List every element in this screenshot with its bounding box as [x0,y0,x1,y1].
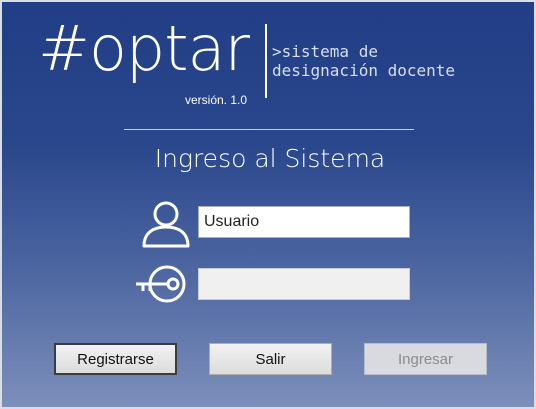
version-label: versión. 1.0 [185,93,248,107]
header-divider [124,129,414,130]
subtitle-line-2: designación docente [272,61,456,80]
subtitle-line-1: >sistema de [272,42,378,61]
app-logo: #optar [38,12,250,85]
page-title: Ingreso al Sistema [154,144,386,173]
login-window: #optar versión. 1.0 >sistema de designac… [0,0,536,409]
login-button[interactable]: Ingresar [364,343,487,375]
key-icon [136,265,186,303]
password-input[interactable] [198,268,410,300]
user-icon [142,201,190,248]
logo-divider [265,24,267,98]
register-button[interactable]: Registrarse [54,343,177,375]
username-input[interactable] [198,206,410,238]
app-subtitle: >sistema de designación docente [272,42,455,80]
exit-button[interactable]: Salir [209,343,332,375]
